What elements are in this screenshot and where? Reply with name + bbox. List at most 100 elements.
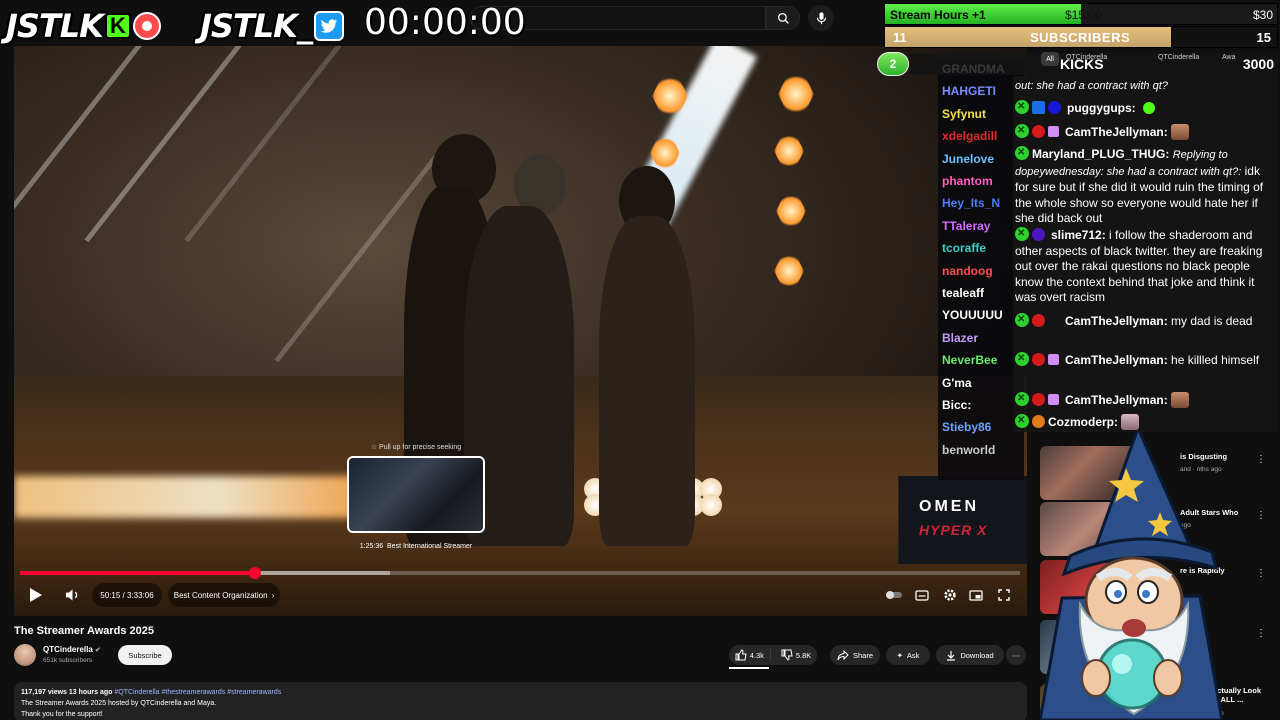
- chat-username[interactable]: CamTheJellyman:: [1065, 393, 1168, 407]
- channel-name-text[interactable]: QTCinderella: [43, 645, 93, 654]
- progress-bar[interactable]: [20, 567, 1020, 579]
- side-chat-username[interactable]: HAHGETI: [942, 84, 996, 98]
- like-button[interactable]: 4.3k: [729, 649, 771, 661]
- channel-subscriber-count: 651k subscribers: [43, 657, 93, 664]
- side-chat-username[interactable]: tealeaff: [942, 286, 984, 300]
- chat-username[interactable]: CamTheJellyman:: [1065, 314, 1168, 328]
- side-chat-username[interactable]: NeverBee: [942, 353, 997, 367]
- gift-sub-badge-icon: [1048, 354, 1059, 365]
- description-line: Thank you for the support!: [21, 711, 103, 718]
- side-chat-username[interactable]: Bicc:: [942, 398, 971, 412]
- like-active-indicator: [729, 667, 769, 669]
- stream-hours-label: Stream Hours +1: [890, 8, 986, 22]
- side-chat-username[interactable]: nandoog: [942, 264, 993, 278]
- screen: JSTLK K JSTLK_ 00:00:00 OMEN HYPER X ☆ P…: [0, 0, 1280, 720]
- side-chat-username[interactable]: Junelove: [942, 152, 994, 166]
- download-icon: [947, 650, 956, 661]
- thumbs-up-icon: [735, 649, 747, 661]
- dislike-button[interactable]: 5.8K: [775, 649, 817, 661]
- chat-message: Cozmoderp:: [1015, 413, 1277, 431]
- chat-username[interactable]: Maryland_PLUG_THUG:: [1032, 147, 1169, 161]
- captions-button[interactable]: [912, 582, 932, 608]
- sparkle-icon: ✦: [896, 650, 903, 660]
- side-chat-username[interactable]: Blazer: [942, 331, 978, 345]
- subscribe-button[interactable]: Subscribe: [118, 645, 172, 665]
- chat-message: CamTheJellyman:: [1015, 123, 1277, 141]
- play-button[interactable]: [22, 582, 50, 608]
- download-button[interactable]: Download: [936, 645, 1004, 665]
- channel-name[interactable]: QTCinderella ✔: [43, 645, 101, 654]
- twitter-brand-overlay: JSTLK_: [200, 7, 344, 45]
- chat-message: puggygups:: [1015, 99, 1277, 117]
- share-button[interactable]: Share: [830, 645, 880, 665]
- ask-button[interactable]: ✦ Ask: [886, 645, 930, 665]
- kick-logo-icon: K: [104, 13, 131, 39]
- side-chat-username[interactable]: Stieby86: [942, 420, 991, 434]
- share-label: Share: [852, 650, 873, 660]
- chat-username[interactable]: slime712:: [1051, 228, 1106, 242]
- kick-badge-icon: [1015, 391, 1029, 407]
- side-chat-username[interactable]: TTaleray: [942, 219, 990, 233]
- like-count: 4.3k: [749, 650, 764, 660]
- side-chat-username[interactable]: Syfynut: [942, 107, 986, 121]
- side-chat-username[interactable]: phantom: [942, 174, 993, 188]
- microphone-icon: [816, 11, 826, 24]
- seek-preview-time: 1:25:36: [359, 543, 384, 550]
- video-player[interactable]: OMEN HYPER X ☆ Pull up for precise seeki…: [14, 46, 1027, 616]
- chat-message-text: out: she had a contract with qt?: [1015, 80, 1168, 92]
- sponsor-hyperx-logo: HYPER X: [919, 522, 988, 538]
- verified-icon: ✔: [95, 647, 101, 654]
- channel-avatar[interactable]: [14, 644, 36, 666]
- stage-light-stripe: [14, 46, 149, 243]
- seek-preview-thumbnail: [347, 456, 485, 533]
- stage-light: [774, 256, 804, 286]
- play-icon: [30, 588, 42, 602]
- twitter-bird-icon: [313, 11, 344, 41]
- stage-floor-glow: [14, 476, 354, 518]
- download-label: Download: [960, 650, 994, 660]
- more-vertical-icon[interactable]: ⋮: [1256, 454, 1266, 465]
- chapter-label: Best Content Organization: [173, 590, 268, 600]
- kick-brand-overlay: JSTLK K: [6, 7, 161, 45]
- more-vertical-icon[interactable]: ⋮: [1256, 510, 1266, 521]
- chat-username[interactable]: CamTheJellyman:: [1065, 353, 1168, 367]
- filter-chip[interactable]: QTCinderella: [1066, 54, 1107, 61]
- side-chat-username[interactable]: YOUUUUU: [942, 308, 1003, 322]
- chat-emote: [1121, 414, 1140, 430]
- more-horizontal-icon: ⋯: [1012, 650, 1020, 660]
- autoplay-toggle[interactable]: [884, 582, 904, 608]
- more-vertical-icon[interactable]: ⋮: [1256, 568, 1266, 579]
- chat-message: CamTheJellyman:: [1015, 391, 1277, 409]
- chat-username[interactable]: Cozmoderp:: [1048, 415, 1118, 429]
- fullscreen-button[interactable]: [994, 582, 1014, 608]
- description-box[interactable]: 117,197 views 13 hours ago #QTCinderella…: [14, 682, 1027, 720]
- progress-scrubber-handle[interactable]: [249, 567, 261, 579]
- kicks-goal: 3000: [1242, 56, 1274, 72]
- miniplayer-button[interactable]: [966, 582, 986, 608]
- side-chat-username[interactable]: tcoraffe: [942, 241, 986, 255]
- search-button[interactable]: [766, 6, 800, 30]
- description-hashtags[interactable]: #QTCinderella #thestreamerawards #stream…: [114, 689, 281, 696]
- voice-search-button[interactable]: [808, 5, 834, 31]
- mute-button[interactable]: [60, 582, 84, 608]
- filter-chip-all[interactable]: All: [1041, 52, 1059, 66]
- more-actions-button[interactable]: ⋯: [1006, 645, 1026, 665]
- chat-username[interactable]: puggygups:: [1067, 101, 1136, 115]
- kick-badge-icon: [1015, 123, 1029, 139]
- filter-chip[interactable]: QTCinderella: [1158, 54, 1199, 61]
- seek-preview-chapter: Best International Streamer: [387, 543, 473, 550]
- description-stats: 117,197 views 13 hours ago: [21, 689, 113, 696]
- side-chat-username[interactable]: xdelgadill: [942, 129, 997, 143]
- seek-preview-label: 1:25:36 Best International Streamer: [348, 543, 484, 550]
- chat-emote: [1171, 392, 1190, 408]
- user-color-dot: [1032, 125, 1045, 138]
- chat-username[interactable]: CamTheJellyman:: [1065, 125, 1168, 139]
- subscribers-count: 11: [893, 30, 907, 45]
- chapter-button[interactable]: Best Content Organization ›: [168, 583, 280, 607]
- more-vertical-icon[interactable]: ⋮: [1256, 628, 1266, 639]
- filter-chip[interactable]: Awa: [1222, 54, 1236, 61]
- settings-button[interactable]: [940, 582, 960, 608]
- side-chat-username[interactable]: G'ma: [942, 376, 972, 390]
- side-chat-username[interactable]: benworld: [942, 443, 995, 457]
- side-chat-username[interactable]: Hey_Its_N: [942, 196, 1000, 210]
